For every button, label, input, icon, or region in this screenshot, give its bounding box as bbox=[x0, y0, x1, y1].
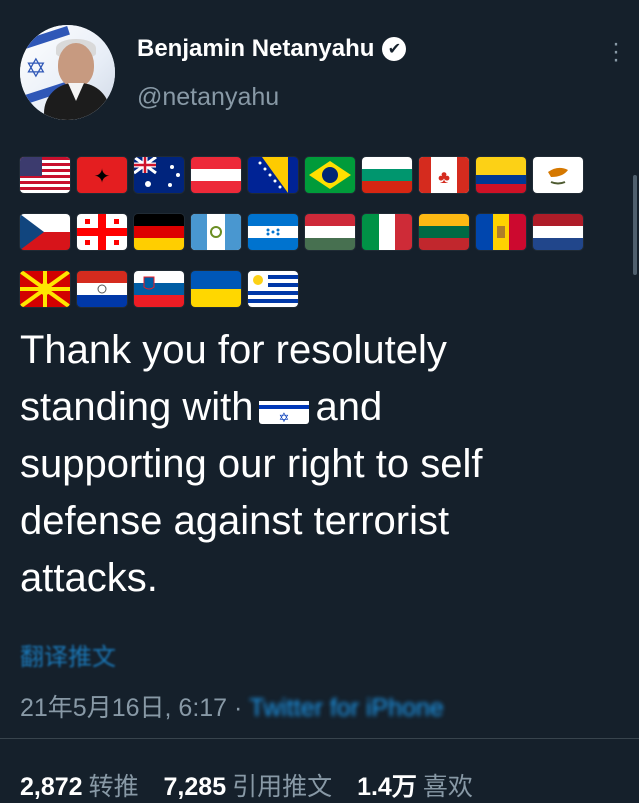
austria-flag-icon bbox=[191, 157, 241, 193]
bulgaria-flag-icon bbox=[362, 157, 412, 193]
hungary-flag-icon bbox=[305, 214, 355, 250]
more-vertical-icon[interactable]: · · · bbox=[612, 32, 620, 72]
canada-flag-icon: ♣ bbox=[419, 157, 469, 193]
brazil-flag-icon bbox=[305, 157, 355, 193]
tweet-line-5: attacks. bbox=[20, 556, 158, 600]
us-flag-icon bbox=[20, 157, 70, 193]
germany-flag-icon bbox=[134, 214, 184, 250]
australia-flag-icon bbox=[134, 157, 184, 193]
israel-flag-icon: ✡ bbox=[259, 392, 310, 424]
tweet-line-4: defense against terrorist bbox=[20, 499, 450, 543]
like-label[interactable]: 喜欢 bbox=[423, 773, 473, 801]
bosnia-flag-icon bbox=[248, 157, 298, 193]
svg-text:✡: ✡ bbox=[279, 410, 290, 424]
tweet-line-2-prefix: standing with bbox=[20, 385, 254, 429]
translate-tweet-link[interactable]: 翻译推文 bbox=[20, 637, 116, 672]
quote-count[interactable]: 7,285 bbox=[164, 773, 227, 801]
flag-row bbox=[20, 269, 610, 309]
divider bbox=[0, 738, 639, 739]
flag-row: ✦ ♣ bbox=[20, 155, 610, 195]
quote-label[interactable]: 引用推文 bbox=[232, 773, 332, 801]
cyprus-flag-icon bbox=[533, 157, 583, 193]
honduras-flag-icon bbox=[248, 214, 298, 250]
netherlands-flag-icon bbox=[533, 214, 583, 250]
guatemala-flag-icon bbox=[191, 214, 241, 250]
like-count[interactable]: 1.4万 bbox=[357, 773, 417, 801]
lithuania-flag-icon bbox=[419, 214, 469, 250]
verified-badge-icon: ✔ bbox=[382, 37, 407, 61]
tweet-header: ✡ Benjamin Netanyahu ✔ @netanyahu · · · bbox=[20, 25, 620, 120]
moldova-flag-icon bbox=[476, 214, 526, 250]
tweet-text: Thank you for resolutely standing with ✡ a… bbox=[20, 322, 620, 607]
georgia-flag-icon bbox=[77, 214, 127, 250]
colombia-flag-icon bbox=[476, 157, 526, 193]
author-name[interactable]: Benjamin Netanyahu bbox=[137, 35, 374, 63]
north-macedonia-flag-icon bbox=[20, 271, 70, 307]
uruguay-flag-icon bbox=[248, 271, 298, 307]
tweet-source[interactable]: Twitter for iPhone bbox=[249, 694, 444, 722]
tweet-stats: 2,872 转推 7,285 引用推文 1.4万 喜欢 bbox=[20, 767, 491, 803]
scrollbar[interactable] bbox=[633, 175, 637, 275]
tweet-line-2-suffix: and bbox=[315, 385, 383, 429]
tweet-line-3: supporting our right to self bbox=[20, 442, 483, 486]
retweet-label[interactable]: 转推 bbox=[89, 773, 139, 801]
author-name-line[interactable]: Benjamin Netanyahu ✔ bbox=[137, 35, 407, 63]
czech-flag-icon bbox=[20, 214, 70, 250]
avatar[interactable]: ✡ bbox=[20, 25, 115, 120]
flag-row bbox=[20, 212, 610, 252]
ukraine-flag-icon bbox=[191, 271, 241, 307]
tweet-line-1: Thank you for resolutely bbox=[20, 328, 447, 372]
tweet-timestamp[interactable]: 21年5月16日, 6:17 · bbox=[20, 694, 249, 722]
paraguay-flag-icon bbox=[77, 271, 127, 307]
tweet-meta: 21年5月16日, 6:17 · Twitter for iPhone bbox=[20, 688, 444, 724]
albania-flag-icon: ✦ bbox=[77, 157, 127, 193]
italy-flag-icon bbox=[362, 214, 412, 250]
retweet-count[interactable]: 2,872 bbox=[20, 773, 83, 801]
svg-text:♣: ♣ bbox=[438, 167, 450, 187]
author-handle[interactable]: @netanyahu bbox=[137, 83, 279, 112]
flag-emoji-list: ✦ ♣ bbox=[20, 155, 610, 326]
slovenia-flag-icon bbox=[134, 271, 184, 307]
svg-text:✦: ✦ bbox=[94, 166, 111, 188]
